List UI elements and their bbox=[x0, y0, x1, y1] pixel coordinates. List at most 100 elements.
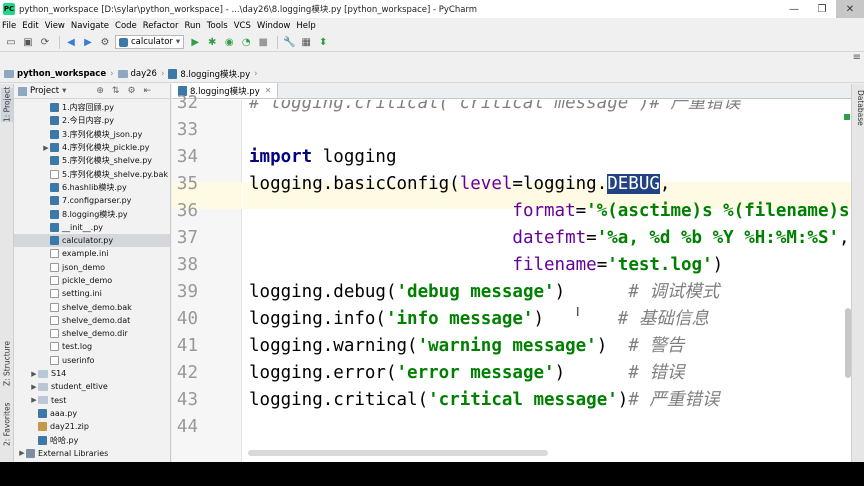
settings-icon[interactable]: 🔧 bbox=[282, 35, 296, 49]
tree-item[interactable]: 2.今日内容.py bbox=[14, 114, 170, 127]
expand-arrow-icon[interactable]: ▶ bbox=[42, 144, 50, 152]
breadcrumb-folder[interactable]: day26 › bbox=[117, 69, 164, 79]
code-editor[interactable]: # logging.critical('critical message')# … bbox=[249, 100, 851, 462]
code-line-42[interactable]: logging.error('error message') # 错误 bbox=[249, 360, 684, 387]
menu-vcs[interactable]: VCS bbox=[234, 21, 251, 31]
close-button[interactable]: ✕ bbox=[836, 0, 864, 18]
code-line-38[interactable]: filename='test.log') bbox=[249, 252, 723, 279]
tree-item[interactable]: 8.logging模块.py bbox=[14, 207, 170, 220]
expand-arrow-icon[interactable]: ▶ bbox=[30, 370, 38, 378]
menu-help[interactable]: Help bbox=[296, 21, 315, 31]
code-line-43[interactable]: logging.critical('critical message')# 严重… bbox=[249, 387, 719, 414]
chevron-down-icon[interactable]: ▾ bbox=[62, 86, 66, 96]
file-icon bbox=[50, 342, 59, 352]
code-line-40[interactable]: logging.info('info message') # 基础信息 bbox=[249, 306, 709, 333]
tree-item[interactable]: pickle_demo bbox=[14, 274, 170, 287]
tree-item[interactable]: 1.内容回顾.py bbox=[14, 101, 170, 114]
project-panel-title[interactable]: Project bbox=[30, 86, 59, 96]
code-line-35[interactable]: logging.basicConfig(level=logging.DEBUG, bbox=[249, 171, 670, 198]
tree-item[interactable]: 5.序列化模块_shelve.py bbox=[14, 154, 170, 167]
project-tool-tab[interactable]: 1: Project bbox=[1, 87, 13, 122]
tree-item[interactable]: setting.ini bbox=[14, 287, 170, 300]
tree-item-label: 4.序列化模块_pickle.py bbox=[62, 143, 150, 153]
coverage-icon[interactable]: ◉ bbox=[222, 35, 236, 49]
expand-arrow-icon[interactable]: ▶ bbox=[30, 383, 38, 391]
tree-item[interactable]: shelve_demo.bak bbox=[14, 300, 170, 313]
tree-item[interactable]: ▶ S14 bbox=[14, 367, 170, 380]
tree-item[interactable]: json_demo bbox=[14, 261, 170, 274]
code-line-39[interactable]: logging.debug('debug message') # 调试模式 bbox=[249, 279, 719, 306]
structure-tool-tab[interactable]: Z: Structure bbox=[1, 341, 13, 386]
build-icon[interactable]: ⚙ bbox=[98, 35, 112, 49]
tree-item-label: pickle_demo bbox=[62, 276, 113, 285]
editor-tabs: 8.logging模块.py ✕ bbox=[172, 83, 851, 99]
tree-item[interactable]: 3.序列化模块_json.py bbox=[14, 128, 170, 141]
save-icon[interactable]: ▣ bbox=[21, 35, 35, 49]
breadcrumb-file[interactable]: 8.logging模块.py › bbox=[168, 68, 258, 80]
tree-item[interactable]: ▶ test bbox=[14, 394, 170, 407]
hide-panel-icon[interactable]: ⇤ bbox=[144, 86, 152, 96]
menu-file[interactable]: File bbox=[2, 21, 16, 31]
tree-item-label: 5.序列化模块_shelve.py bbox=[62, 156, 153, 166]
tree-item[interactable]: shelve_demo.dat bbox=[14, 314, 170, 327]
python-file-icon bbox=[168, 69, 178, 79]
tree-item[interactable]: __init__.py bbox=[14, 221, 170, 234]
expand-arrow-icon[interactable]: ▶ bbox=[30, 396, 38, 404]
menu-view[interactable]: View bbox=[45, 21, 65, 31]
back-icon[interactable]: ◀ bbox=[64, 35, 78, 49]
toolbar-separator bbox=[277, 35, 279, 49]
stop-icon[interactable]: ■ bbox=[256, 35, 270, 49]
menu-run[interactable]: Run bbox=[184, 21, 200, 31]
code-line-41[interactable]: logging.warning('warning message') # 警告 bbox=[249, 333, 684, 360]
close-tab-icon[interactable]: ✕ bbox=[265, 86, 272, 95]
run-icon[interactable]: ▶ bbox=[188, 35, 202, 49]
code-line-34[interactable]: import logging bbox=[249, 144, 397, 171]
tree-item[interactable]: ▶ student_eltive bbox=[14, 380, 170, 393]
text-cursor-icon: I bbox=[576, 305, 580, 319]
tree-item[interactable]: test.log bbox=[14, 340, 170, 353]
menu-tools[interactable]: Tools bbox=[207, 21, 228, 31]
sdk-icon[interactable]: ▦ bbox=[299, 35, 313, 49]
code-line-32[interactable]: # logging.critical('critical message')# … bbox=[249, 100, 740, 117]
code-line-36[interactable]: format='%(asctime)s %(filename)s[line:%(… bbox=[249, 198, 851, 225]
minimize-button[interactable]: — bbox=[780, 0, 808, 18]
maximize-button[interactable]: ❐ bbox=[808, 0, 836, 18]
tree-item[interactable]: 7.configparser.py bbox=[14, 194, 170, 207]
profile-icon[interactable]: ◔ bbox=[239, 35, 253, 49]
tree-item[interactable]: shelve_demo.dir bbox=[14, 327, 170, 340]
favorites-tool-tab[interactable]: 2: Favorites bbox=[1, 402, 13, 446]
tree-item[interactable]: userinfo bbox=[14, 354, 170, 367]
sync-icon[interactable]: ⟳ bbox=[38, 35, 52, 49]
menu-window[interactable]: Window bbox=[257, 21, 291, 31]
menu-refactor[interactable]: Refactor bbox=[143, 21, 179, 31]
expand-toolbar-icon[interactable]: ≡ bbox=[853, 52, 861, 63]
breadcrumb-project[interactable]: python_workspace › bbox=[4, 69, 114, 79]
database-tool-tab[interactable]: Database bbox=[853, 90, 864, 126]
debug-icon[interactable]: ✱ bbox=[205, 35, 219, 49]
gear-icon[interactable]: ⚙ bbox=[127, 86, 135, 96]
editor-area: 8.logging模块.py ✕ 32 33 34 35 36 37 38 39… bbox=[172, 83, 851, 462]
target-icon[interactable]: ⊕ bbox=[96, 86, 104, 96]
tree-item[interactable]: aaa.py bbox=[14, 407, 170, 420]
run-config-select[interactable]: calculator ▾ bbox=[115, 35, 185, 49]
vcs-icon[interactable]: ⬍ bbox=[316, 35, 330, 49]
menu-navigate[interactable]: Navigate bbox=[71, 21, 109, 31]
tree-item[interactable]: 哈哈.py bbox=[14, 433, 170, 446]
collapse-all-icon[interactable]: ⇅ bbox=[112, 86, 120, 96]
expand-arrow-icon[interactable]: ▶ bbox=[18, 449, 26, 457]
tree-item[interactable]: day21.zip bbox=[14, 420, 170, 433]
tree-item[interactable]: 6.hashlib模块.py bbox=[14, 181, 170, 194]
tree-item[interactable]: ▶ 4.序列化模块_pickle.py bbox=[14, 141, 170, 154]
code-line-37[interactable]: datefmt='%a, %d %b %Y %H:%M:%S', bbox=[249, 225, 849, 252]
tree-item[interactable]: calculator.py bbox=[14, 233, 170, 248]
tree-item-label: 8.logging模块.py bbox=[62, 209, 128, 219]
inspection-ok-icon[interactable] bbox=[844, 114, 850, 120]
menu-code[interactable]: Code bbox=[115, 21, 137, 31]
horizontal-scrollbar[interactable] bbox=[248, 450, 548, 456]
forward-icon[interactable]: ▶ bbox=[81, 35, 95, 49]
open-folder-icon[interactable]: ▭ bbox=[4, 35, 18, 49]
tree-item[interactable]: ▶ External Libraries bbox=[14, 447, 170, 460]
tree-item[interactable]: 5.序列化模块_shelve.py.bak bbox=[14, 167, 170, 180]
menu-edit[interactable]: Edit bbox=[22, 21, 38, 31]
tree-item[interactable]: example.ini bbox=[14, 247, 170, 260]
